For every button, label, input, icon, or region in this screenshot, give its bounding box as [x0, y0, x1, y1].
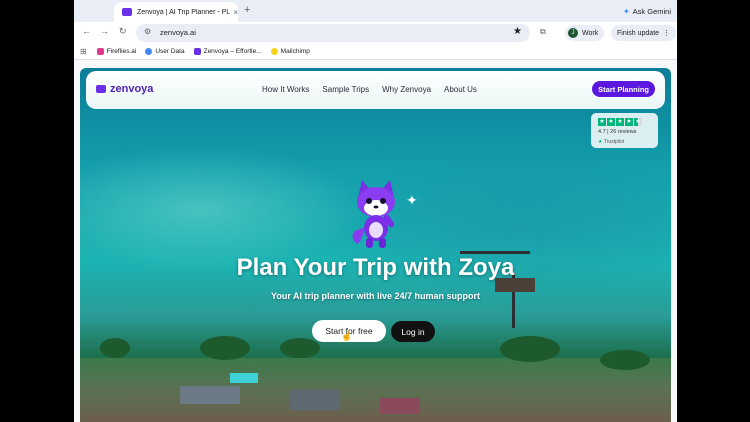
star-icon: ★: [598, 118, 606, 126]
bookmark-zenvoya[interactable]: Zenvoya – Effortle...: [193, 48, 262, 55]
hero-subheadline: Your AI trip planner with live 24/7 huma…: [270, 291, 481, 301]
trustpilot-rating: 4.7 | 26 reviews: [598, 129, 637, 135]
nav-links: How It Works Sample Trips Why Zenvoya Ab…: [262, 85, 490, 94]
avatar: J: [568, 28, 578, 38]
url-text[interactable]: zenvoya.ai: [160, 28, 196, 37]
finish-update-button[interactable]: Finish update ⋮: [611, 25, 677, 41]
ask-gemini-label: Ask Gemini: [632, 6, 671, 16]
palm-trees: [200, 336, 250, 360]
toolbar: ← → ↻ ⚙ zenvoya.ai ★ ⧉ J Work Finish upd…: [74, 22, 677, 44]
bookmark-user-data[interactable]: User Data: [145, 48, 185, 55]
tab-zenvoya[interactable]: Zenvoya | AI Trip Planner - PL ×: [114, 2, 238, 22]
logo-text: zenvoya: [110, 83, 154, 95]
close-tab-icon[interactable]: ×: [233, 8, 238, 17]
cast-icon[interactable]: ⧉: [540, 27, 546, 37]
beach-resort: [80, 358, 671, 422]
more-vert-icon: ⋮: [663, 30, 671, 37]
mouse-cursor-icon: ☝: [341, 331, 353, 341]
palm-trees: [600, 350, 650, 370]
finish-update-label: Finish update: [617, 29, 660, 37]
profile-name: Work: [582, 29, 599, 37]
hero-headline: Plan Your Trip with Zoya: [236, 254, 515, 281]
bookmark-star-icon[interactable]: ★: [513, 26, 522, 37]
forward-arrow-icon[interactable]: →: [100, 26, 109, 36]
resort-roof: [380, 398, 420, 414]
trustpilot-widget[interactable]: ★ ★ ★ ★ ★ 4.7 | 26 reviews ★ Trustpilot: [591, 113, 658, 148]
profile-button[interactable]: J Work: [565, 25, 605, 41]
site-navbar: zenvoya How It Works Sample Trips Why Ze…: [86, 71, 665, 109]
nav-how-it-works[interactable]: How It Works: [262, 85, 309, 94]
bookmark-mailchimp[interactable]: Mailchimp: [270, 48, 310, 55]
palm-trees: [500, 336, 560, 362]
zoya-fox-mascot: [352, 180, 395, 248]
gemini-spark-icon: ✦: [622, 6, 630, 16]
tab-strip: Zenvoya | AI Trip Planner - PL × + ✦ Ask…: [74, 0, 677, 22]
nav-sample-trips[interactable]: Sample Trips: [322, 85, 369, 94]
log-in-button[interactable]: Log in: [391, 321, 435, 342]
zenvoya-favicon-icon: [122, 8, 132, 16]
half-star-icon: ★: [634, 118, 642, 126]
web-page: zenvoya How It Works Sample Trips Why Ze…: [80, 68, 671, 422]
new-tab-button[interactable]: +: [244, 4, 250, 16]
nav-why-zenvoya[interactable]: Why Zenvoya: [382, 85, 431, 94]
site-info-icon[interactable]: ⚙: [144, 27, 151, 36]
zenvoya-logo-icon: [96, 85, 106, 93]
nav-about-us[interactable]: About Us: [444, 85, 477, 94]
mailchimp-icon: [270, 48, 278, 55]
zenvoya-icon: [193, 48, 201, 55]
palm-trees: [100, 338, 130, 358]
back-arrow-icon[interactable]: ←: [82, 26, 91, 36]
trustpilot-brand: ★ Trustpilot: [598, 139, 625, 145]
browser-window: Zenvoya | AI Trip Planner - PL × + ✦ Ask…: [74, 0, 677, 422]
trustpilot-star-icon: ★: [598, 139, 603, 145]
reload-icon[interactable]: ↻: [119, 26, 127, 37]
swimming-pool: [230, 373, 258, 383]
tab-title: Zenvoya | AI Trip Planner - PL: [136, 8, 231, 16]
resort-roof: [290, 390, 340, 410]
palm-trees: [280, 338, 320, 358]
star-icon: ★: [625, 118, 633, 126]
zenvoya-logo[interactable]: zenvoya: [96, 83, 153, 95]
fireflies-icon: [96, 48, 104, 55]
star-icon: ★: [616, 118, 624, 126]
resort-roof: [180, 386, 240, 404]
apps-grid-icon[interactable]: ⊞: [80, 47, 87, 56]
address-bar[interactable]: ⚙ zenvoya.ai ★: [136, 24, 530, 42]
star-icon: ★: [607, 118, 615, 126]
ask-gemini-button[interactable]: ✦ Ask Gemini: [623, 4, 671, 18]
start-planning-button[interactable]: Start Planning: [592, 81, 655, 97]
sparkle-icon: ✦: [406, 192, 418, 208]
bookmark-fireflies[interactable]: Fireflies.ai: [96, 48, 136, 55]
bookmarks-bar: ⊞ Fireflies.ai User Data Zenvoya – Effor…: [74, 44, 677, 60]
trustpilot-stars: ★ ★ ★ ★ ★: [598, 118, 643, 126]
google-icon: [145, 48, 153, 55]
